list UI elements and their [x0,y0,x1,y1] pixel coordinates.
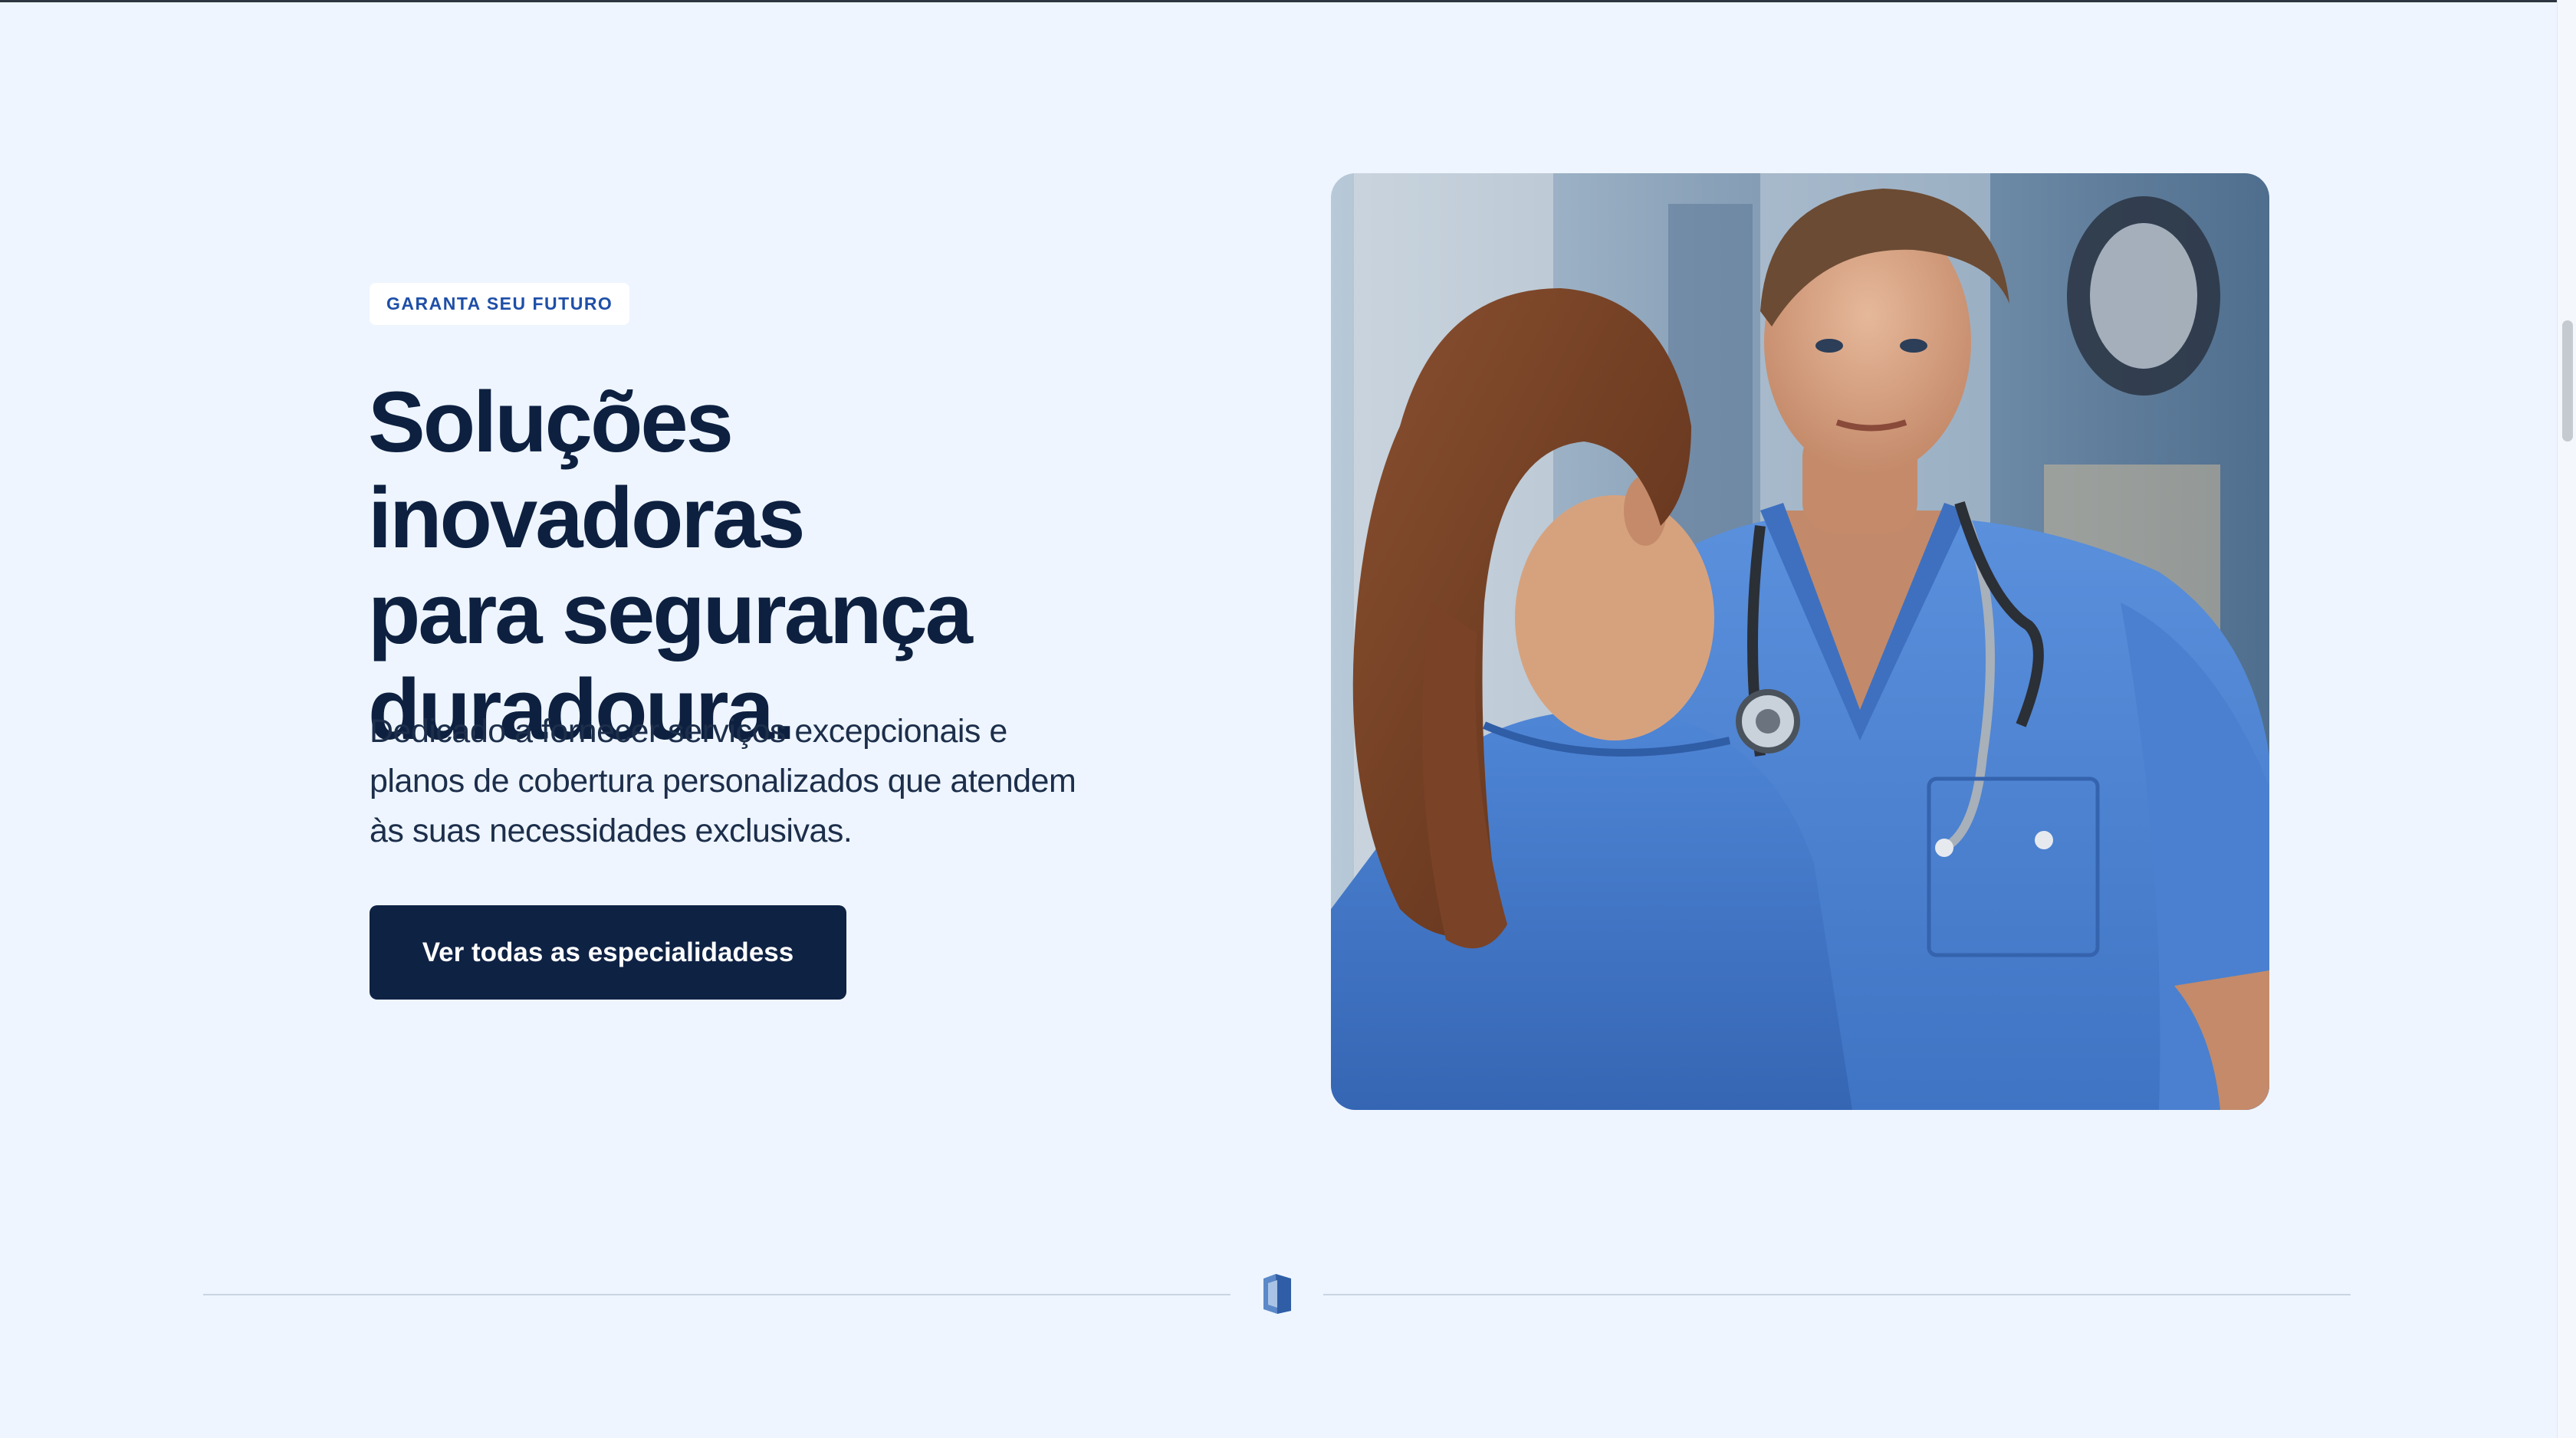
top-border [0,0,2558,2]
description-line: planos de cobertura personalizados que a… [370,763,1076,799]
hero-headline: Soluções inovadoras para segurança durad… [368,374,1181,757]
description-line: Dedicado a fornecer serviços excepcionai… [370,713,1007,750]
doctor-and-nurse-photo [1331,173,2269,1110]
view-specialties-button[interactable]: Ver todas as especialidadess [370,905,846,1000]
hero-description: Dedicado a fornecer serviços excepcionai… [370,707,1152,856]
eyebrow-badge: GARANTA SEU FUTURO [370,283,630,325]
divider-line-left [203,1294,1230,1295]
shield-icon [1260,1272,1294,1315]
headline-line: para segurança [368,566,973,662]
page: GARANTA SEU FUTURO Soluções inovadoras p… [0,0,2576,1438]
scrollbar-track[interactable] [2557,0,2576,1438]
scrollbar-thumb[interactable] [2562,320,2573,442]
description-line: às suas necessidades exclusivas. [370,813,853,849]
headline-line: Soluções inovadoras [368,374,806,566]
divider-line-right [1323,1294,2351,1295]
